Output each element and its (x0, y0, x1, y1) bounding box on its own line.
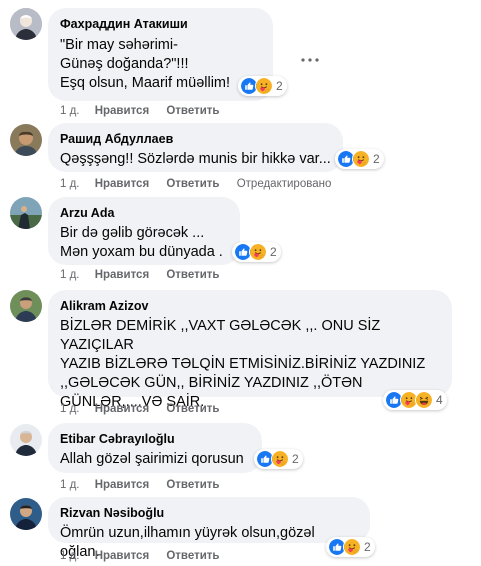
haha-icon (415, 391, 433, 409)
avatar-photo (10, 498, 42, 530)
comment-bubble: Рашид Абдуллаев Qəşşşəng!! Sözlərdə muni… (48, 123, 343, 172)
comment-age[interactable]: 1 д. (60, 403, 80, 415)
avatar[interactable] (10, 197, 42, 229)
author-name[interactable]: Rizvan Nəsiboğlu (60, 505, 358, 521)
care-icon (352, 150, 370, 168)
reply-button[interactable]: Ответить (166, 550, 219, 562)
reply-button[interactable]: Ответить (166, 479, 219, 491)
comment-text: Bir də gəlib görəcək ... Mən yoxam bu dü… (60, 225, 223, 260)
like-button[interactable]: Нравится (95, 403, 149, 415)
care-icon (255, 77, 273, 95)
like-button[interactable]: Нравится (95, 105, 149, 117)
comment-actions: 1 д. Нравится Ответить (60, 268, 234, 282)
like-button[interactable]: Нравится (95, 479, 149, 491)
like-button[interactable]: Нравится (95, 269, 149, 281)
reactions-summary[interactable]: 4 (383, 390, 447, 410)
reply-button[interactable]: Ответить (166, 178, 219, 190)
comment-bubble: Alikram Azizov BİZLƏR DEMİRİK ,,VAXT GƏL… (48, 290, 452, 410)
reactions-summary[interactable]: 2 (254, 449, 303, 469)
care-icon (343, 538, 361, 556)
comment-actions: 1 д. Нравится Ответить (60, 478, 234, 492)
like-button[interactable]: Нравится (95, 178, 149, 190)
reply-button[interactable]: Ответить (166, 105, 219, 117)
author-name[interactable]: Рашид Абдуллаев (60, 131, 331, 147)
comment-age[interactable]: 1 д. (60, 178, 80, 190)
comment-bubble: Etibar Cəbrayıloğlu Allah gözəl şairimiz… (48, 423, 262, 473)
comment-age[interactable]: 1 д. (60, 550, 80, 562)
comment-actions: 1 д. Нравится Ответить (60, 549, 234, 563)
reaction-count: 4 (436, 393, 443, 407)
avatar[interactable] (10, 124, 42, 156)
comment-actions: 1 д. Нравится Ответить (60, 104, 234, 118)
reaction-count: 2 (276, 79, 283, 93)
comment-age[interactable]: 1 д. (60, 269, 80, 281)
comment-text: Allah gözəl şairimizi qorusun (60, 451, 244, 467)
author-name[interactable]: Arzu Ada (60, 205, 228, 221)
reactions-summary[interactable]: 2 (232, 242, 281, 262)
author-name[interactable]: Etibar Cəbrayıloğlu (60, 431, 250, 447)
avatar[interactable] (10, 498, 42, 530)
author-name[interactable]: Alikram Azizov (60, 298, 440, 314)
reaction-count: 2 (364, 540, 371, 554)
reaction-count: 2 (292, 452, 299, 466)
avatar[interactable] (10, 290, 42, 322)
edited-label: Отредактировано (236, 178, 332, 190)
avatar[interactable] (10, 8, 42, 40)
reactions-summary[interactable]: 2 (238, 76, 287, 96)
like-button[interactable]: Нравится (95, 550, 149, 562)
care-icon (271, 450, 289, 468)
avatar-photo (10, 124, 42, 156)
comment-text: Qəşşşəng!! Sözlərdə munis bir hikkə var.… (60, 151, 331, 167)
reaction-count: 2 (270, 245, 277, 259)
comment-actions: 1 д. Нравится Ответить (60, 402, 234, 416)
comment-actions: 1 д. Нравится Ответить Отредактировано (60, 177, 331, 191)
comment-age[interactable]: 1 д. (60, 479, 80, 491)
more-options-icon[interactable] (298, 52, 322, 62)
reply-button[interactable]: Ответить (166, 403, 219, 415)
avatar-photo (10, 8, 42, 40)
author-name[interactable]: Фахраддин Атакиши (60, 16, 261, 32)
reactions-summary[interactable]: 2 (335, 149, 384, 169)
reply-button[interactable]: Ответить (166, 269, 219, 281)
comment-age[interactable]: 1 д. (60, 105, 80, 117)
avatar-photo (10, 197, 42, 229)
avatar-photo (10, 290, 42, 322)
reaction-count: 2 (373, 152, 380, 166)
avatar[interactable] (10, 424, 42, 456)
comment-bubble: Rizvan Nəsiboğlu Ömrün uzun,ilhamın yüyr… (48, 497, 370, 560)
care-icon (249, 243, 267, 261)
comment-text: "Bir may səhərimi- Günəş doğanda?"!!! Eş… (60, 37, 231, 91)
reactions-summary[interactable]: 2 (326, 537, 375, 557)
comment-bubble: Arzu Ada Bir də gəlib görəcək ... Mən yo… (48, 197, 240, 265)
avatar-photo (10, 424, 42, 456)
